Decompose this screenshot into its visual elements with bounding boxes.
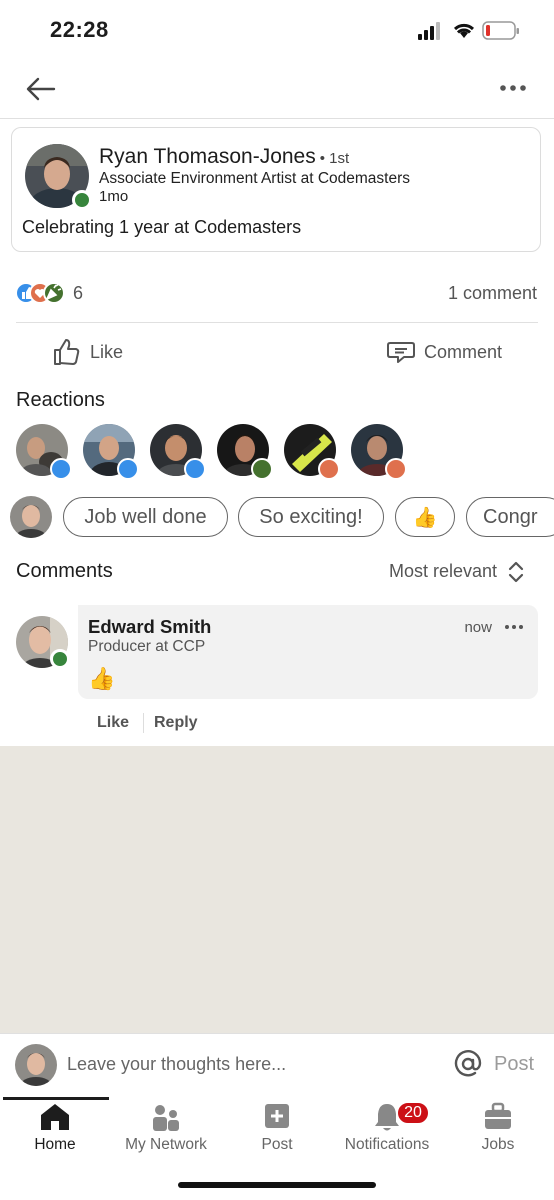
post-comment-button[interactable]: Post xyxy=(494,1053,534,1076)
network-icon xyxy=(153,1105,179,1131)
notification-badge: 20 xyxy=(396,1101,430,1125)
comment-actions-divider xyxy=(143,713,144,733)
tab-label: Notifications xyxy=(344,1136,430,1153)
comment-input[interactable]: Leave your thoughts here... xyxy=(67,1054,286,1075)
love-icon xyxy=(318,458,340,480)
tab-post[interactable]: Post xyxy=(222,1102,332,1158)
quick-reply-chip[interactable]: Job well done xyxy=(63,497,228,537)
mention-icon[interactable] xyxy=(454,1050,482,1078)
comment-like-button[interactable]: Like xyxy=(97,714,129,732)
tab-jobs[interactable]: Jobs xyxy=(443,1102,553,1158)
empty-area xyxy=(0,746,554,1033)
comments-heading: Comments xyxy=(16,560,113,582)
social-divider xyxy=(16,322,538,323)
active-tab-indicator xyxy=(3,1097,109,1100)
tab-label: Post xyxy=(261,1136,293,1153)
tab-label: My Network xyxy=(125,1136,207,1153)
post-icon xyxy=(265,1104,289,1128)
comment-count[interactable]: 1 comment xyxy=(448,283,537,304)
reactions-heading: Reactions xyxy=(16,389,105,411)
more-options-icon[interactable] xyxy=(498,78,528,98)
tab-my-network[interactable]: My Network xyxy=(111,1102,221,1158)
tab-home[interactable]: Home xyxy=(0,1102,110,1158)
header-divider xyxy=(0,118,554,119)
like-icon xyxy=(54,339,80,365)
tab-label: Home xyxy=(34,1136,76,1153)
comment-time: now xyxy=(464,619,492,636)
back-arrow-icon[interactable] xyxy=(24,72,58,106)
like-icon xyxy=(184,458,206,480)
reaction-icons[interactable] xyxy=(16,281,70,305)
author-headline: Associate Environment Artist at Codemast… xyxy=(99,170,410,187)
sort-chevrons-icon[interactable] xyxy=(507,560,525,584)
author-name-text[interactable]: Ryan Thomason-Jones xyxy=(99,145,316,168)
commenter-headline: Producer at CCP xyxy=(88,638,206,655)
signal-icon xyxy=(418,22,440,40)
online-status-icon xyxy=(50,649,70,669)
quick-reply-chip[interactable]: 👍 xyxy=(395,497,455,537)
comment-icon xyxy=(386,342,415,363)
author-name[interactable]: Ryan Thomason-Jones • 1st xyxy=(99,145,349,169)
briefcase-icon xyxy=(485,1102,511,1129)
comment-button[interactable]: Comment xyxy=(386,336,502,368)
quick-reply-chip[interactable]: Congr xyxy=(466,497,554,537)
tab-label: Jobs xyxy=(481,1136,515,1153)
post-text: Celebrating 1 year at Codemasters xyxy=(22,217,302,237)
home-indicator xyxy=(178,1182,376,1188)
celebrate-icon xyxy=(251,458,273,480)
comment-more-icon[interactable] xyxy=(504,622,524,632)
quick-reply-chip[interactable]: So exciting! xyxy=(238,497,384,537)
my-avatar xyxy=(15,1044,57,1086)
like-label: Like xyxy=(90,341,124,362)
home-icon xyxy=(41,1104,69,1130)
comment-body: 👍 xyxy=(88,666,116,691)
like-icon xyxy=(50,458,72,480)
love-icon xyxy=(385,458,407,480)
post-time: 1mo xyxy=(99,188,129,205)
commenter-name[interactable]: Edward Smith xyxy=(88,616,211,638)
my-avatar xyxy=(10,496,52,538)
battery-icon xyxy=(482,21,519,40)
online-status-icon xyxy=(72,190,92,210)
sort-dropdown[interactable]: Most relevant xyxy=(389,561,497,582)
status-time: 22:28 xyxy=(50,17,109,42)
reaction-count[interactable]: 6 xyxy=(73,283,83,304)
connection-degree: • 1st xyxy=(319,150,350,167)
like-button[interactable]: Like xyxy=(52,336,123,368)
like-icon xyxy=(117,458,139,480)
comment-reply-button[interactable]: Reply xyxy=(154,714,198,732)
wifi-icon xyxy=(453,23,475,38)
comment-label: Comment xyxy=(423,341,502,362)
